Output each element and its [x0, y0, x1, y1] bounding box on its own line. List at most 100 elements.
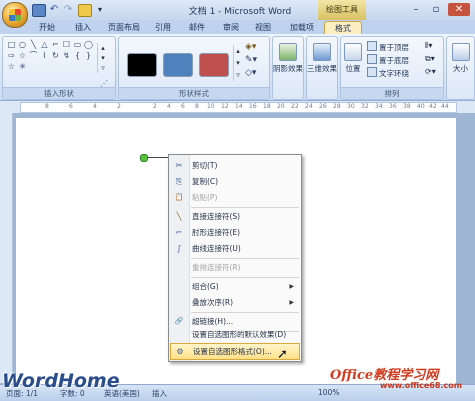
style-swatch-red[interactable] [199, 53, 229, 77]
change-shape-icon[interactable]: ◇▾ [245, 68, 256, 78]
shapes-more-icon[interactable]: ▴ ▾ ▿ [97, 43, 108, 73]
tab-review[interactable]: 审阅 [218, 21, 244, 34]
menu-item-label: 复制(C) [192, 177, 219, 186]
ruler-tick: 2 [117, 103, 121, 110]
ruler-tick: 34 [375, 103, 383, 110]
menu-item-cut[interactable]: ✂ 剪切(T) [170, 158, 300, 173]
menu-item-label: 肘形连接符(E) [192, 228, 241, 237]
undo-icon[interactable]: ↶ [48, 4, 60, 15]
ruler-tick: 16 [249, 103, 257, 110]
menu-item-paste[interactable]: 📋 粘贴(P) [170, 190, 300, 205]
menu-item-label: 直接连接符(S) [192, 212, 241, 221]
shadow-effects-icon [279, 43, 297, 61]
three-d-effects-button[interactable]: 三维效果 [307, 43, 337, 74]
size-group[interactable]: 大小 [446, 36, 475, 100]
redo-icon[interactable]: ↷ [62, 4, 74, 15]
save-icon[interactable] [32, 4, 46, 17]
star-shape-icon[interactable]: ☆ [18, 52, 27, 60]
menu-item-straight-connector[interactable]: ╲ 直接连接符(S) [170, 209, 300, 224]
scissors-icon: ✂ [175, 161, 183, 170]
vertical-ruler[interactable] [0, 113, 13, 383]
menu-item-elbow-connector[interactable]: ⌐ 肘形连接符(E) [170, 225, 300, 240]
rotate-icon[interactable]: ⟳▾ [425, 67, 436, 76]
tab-view[interactable]: 视图 [250, 21, 276, 34]
textbox-shape-icon[interactable]: ☐ [62, 41, 71, 49]
bring-to-front-label: 置于顶层 [379, 43, 409, 52]
elbow-shape-icon[interactable]: ⌐ [51, 41, 60, 49]
ruler-tick: 32 [361, 103, 369, 110]
menu-item-label: 重排连接符(R) [192, 263, 241, 272]
size-icon [451, 43, 470, 61]
close-button[interactable]: ✕ [448, 3, 470, 16]
status-mode[interactable]: 插入 [152, 388, 167, 399]
curved-arrow-shape-icon[interactable]: ↻ [51, 52, 60, 60]
tab-add-ins[interactable]: 加载项 [284, 21, 320, 34]
ruler-tick: 44 [441, 103, 449, 110]
tab-format[interactable]: 格式 [324, 21, 362, 35]
menu-item-label: 组合(G) [192, 282, 219, 291]
circle-shape-icon[interactable]: ◯ [84, 41, 93, 49]
line-color-icon[interactable]: ✎▾ [245, 55, 257, 65]
tab-page-layout[interactable]: 页面布局 [102, 21, 146, 34]
rounded-rect-shape-icon[interactable]: ▭ [73, 41, 82, 49]
size-button[interactable]: 大小 [447, 43, 474, 74]
rectangle-shape-icon[interactable]: □ [7, 41, 16, 49]
shape-styles-label: 形状样式 [119, 87, 269, 99]
menu-item-curved-connector[interactable]: ∫ 曲线连接符(U) [170, 241, 300, 256]
send-to-back-button[interactable]: 置于底层 [367, 54, 409, 65]
lightning-shape-icon[interactable]: ↯ [62, 52, 71, 60]
submenu-arrow-icon: ▶ [289, 299, 294, 306]
oval-shape-icon[interactable]: ○ [18, 41, 27, 49]
tab-insert[interactable]: 插入 [70, 21, 96, 34]
menu-separator [191, 312, 299, 313]
office-button[interactable] [2, 2, 28, 28]
arrow-shape-icon[interactable]: ⇨ [7, 52, 16, 60]
status-zoom[interactable]: 100% [318, 388, 339, 397]
shadow-effects-label: 阴影效果 [273, 64, 303, 73]
customize-qat-icon[interactable]: ▾ [94, 4, 106, 15]
menu-item-group[interactable]: 组合(G) ▶ [170, 279, 300, 294]
menu-item-label: 剪切(T) [192, 161, 218, 170]
position-button[interactable]: 位置 [343, 43, 363, 74]
three-d-effects-group[interactable]: 三维效果 [306, 36, 338, 100]
tab-home[interactable]: 开始 [34, 21, 60, 34]
star2-shape-icon[interactable]: ☆ [7, 63, 16, 71]
tab-references[interactable]: 引用 [150, 21, 176, 34]
align-icon[interactable]: ⫴▾ [425, 41, 432, 51]
menu-item-reroute-connectors[interactable]: 重排连接符(R) [170, 260, 300, 275]
connector-start-handle[interactable] [140, 154, 148, 162]
triangle-shape-icon[interactable]: △ [40, 41, 49, 49]
restore-button[interactable]: ▫ [428, 3, 444, 16]
submenu-arrow-icon: ▶ [289, 283, 294, 290]
styles-more-icon[interactable]: ▴ ▾ ▿ [233, 45, 242, 81]
insert-shapes-label: 插入形状 [3, 87, 115, 99]
style-swatch-blue[interactable] [163, 53, 193, 77]
ruler-tick: 22 [291, 103, 299, 110]
menu-item-set-default[interactable]: 设置自选图形的默认效果(D) [170, 327, 300, 342]
menu-item-copy[interactable]: ⎘ 复制(C) [170, 174, 300, 189]
ruler-tick: 36 [389, 103, 397, 110]
burst-shape-icon[interactable]: ✳ [18, 63, 27, 71]
right-brace-shape-icon[interactable]: } [84, 52, 93, 60]
ruler-text-area: 8 6 4 2 2 4 6 8 10 12 14 16 18 20 22 24 … [20, 102, 457, 113]
bring-to-front-icon [367, 41, 377, 51]
line-shape-icon[interactable]: ╲ [29, 41, 38, 49]
minimize-button[interactable]: – [408, 3, 424, 16]
fill-color-icon[interactable]: ◈▾ [245, 42, 256, 52]
text-wrapping-button[interactable]: 文字环绕 [367, 67, 409, 78]
wave-shape-icon[interactable]: ⌇ [40, 52, 49, 60]
open-icon[interactable] [78, 4, 92, 17]
group-objects-icon[interactable]: ⧉▾ [425, 54, 435, 64]
shadow-effects-button[interactable]: 阴影效果 [273, 43, 303, 74]
style-swatch-black[interactable] [127, 53, 157, 77]
shadow-effects-group[interactable]: 阴影效果 [272, 36, 304, 100]
curved-connector-icon: ∫ [176, 244, 182, 253]
tab-mailings[interactable]: 邮件 [184, 21, 210, 34]
arc-shape-icon[interactable]: ⌒ [29, 52, 38, 60]
left-brace-shape-icon[interactable]: { [73, 52, 82, 60]
ruler-tick: 30 [347, 103, 355, 110]
wordhome-watermark: WordHome [2, 370, 120, 392]
menu-item-order[interactable]: 叠放次序(R) ▶ [170, 295, 300, 310]
bring-to-front-button[interactable]: 置于顶层 [367, 41, 409, 52]
send-to-back-label: 置于底层 [379, 56, 409, 65]
